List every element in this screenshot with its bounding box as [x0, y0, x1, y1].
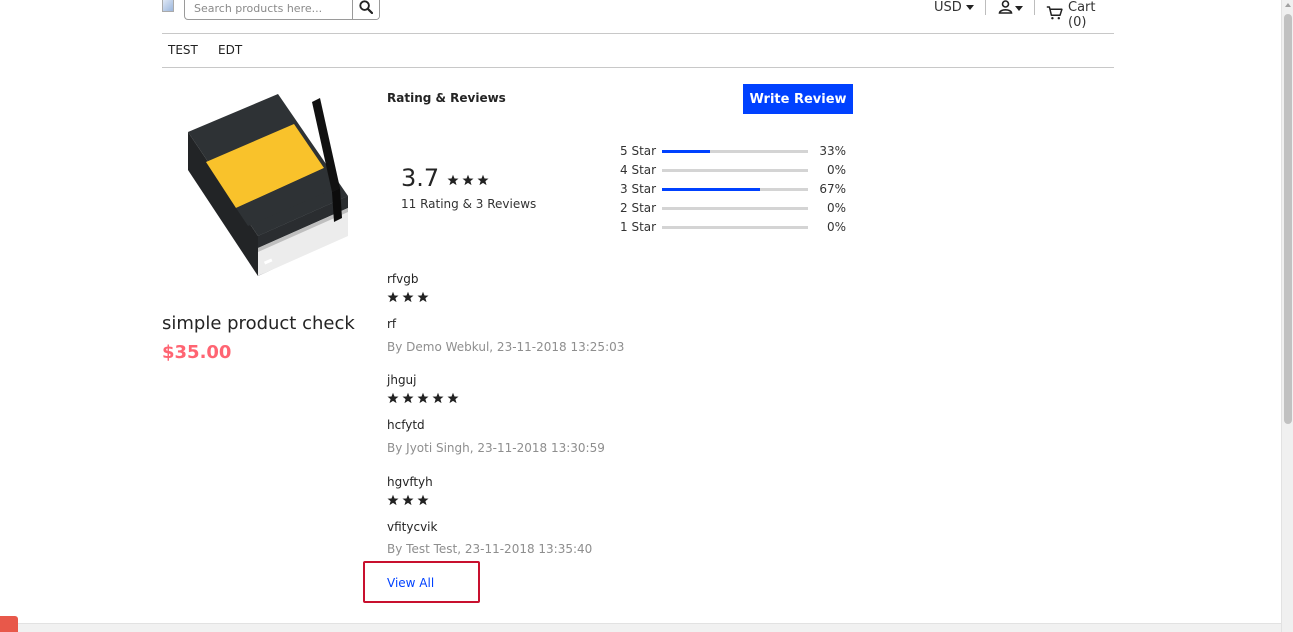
star-icon: [402, 494, 414, 506]
average-rating-value: 3.7: [401, 164, 440, 192]
distribution-bar: [662, 207, 808, 210]
rating-distribution-row: 2 Star 0%: [620, 201, 850, 220]
rating-section-title: Rating & Reviews: [387, 91, 506, 105]
user-icon: [998, 0, 1013, 18]
currency-selector[interactable]: USD: [934, 0, 974, 15]
review-item: hgvftyh vfitycvik By Test Test, 23-11-20…: [387, 475, 592, 556]
review-stars: [387, 291, 429, 303]
rating-summary: 11 Rating & 3 Reviews: [401, 197, 537, 211]
distribution-percent: 0%: [826, 201, 846, 215]
distribution-percent: 0%: [826, 163, 846, 177]
review-title: hgvftyh: [387, 475, 433, 489]
cart-link[interactable]: Cart (0): [1046, 0, 1114, 30]
search-box: [184, 0, 380, 20]
distribution-label: 2 Star: [620, 201, 657, 215]
account-menu[interactable]: [998, 0, 1023, 18]
product-name: simple product check: [162, 313, 355, 334]
review-meta: By Test Test, 23-11-2018 13:35:40: [387, 542, 593, 556]
review-stars: [387, 494, 429, 506]
star-icon: [477, 174, 489, 186]
average-rating: 3.7: [401, 164, 489, 192]
star-icon: [462, 174, 474, 186]
scrollbar-thumb[interactable]: [1284, 14, 1292, 424]
star-icon: [402, 392, 414, 404]
star-icon: [387, 291, 399, 303]
star-icon: [402, 291, 414, 303]
review-title: rfvgb: [387, 272, 419, 286]
rating-distribution: 5 Star 33% 4 Star 0% 3 Star 67% 2 Star 0% 1 Star…: [620, 144, 850, 239]
horizontal-scroll-strip: [0, 623, 1281, 632]
review-meta: By Jyoti Singh, 23-11-2018 13:30:59: [387, 441, 605, 455]
view-all-link[interactable]: View All: [387, 576, 434, 590]
corner-badge-icon: [0, 616, 18, 632]
write-review-button[interactable]: Write Review: [743, 84, 853, 114]
cart-label: Cart (0): [1068, 0, 1096, 30]
star-icon: [387, 392, 399, 404]
star-icon: [447, 392, 459, 404]
site-header: USD Cart (0): [162, 0, 1114, 34]
average-rating-stars: [447, 174, 489, 186]
product-image[interactable]: [162, 88, 362, 288]
chevron-down-icon: [965, 5, 974, 10]
star-icon: [417, 494, 429, 506]
distribution-label: 5 Star: [620, 144, 657, 158]
distribution-bar-fill: [662, 188, 760, 191]
review-stars: [387, 392, 459, 404]
review-body: rf: [387, 317, 397, 331]
star-icon: [417, 392, 429, 404]
distribution-label: 3 Star: [620, 182, 657, 196]
rating-distribution-row: 4 Star 0%: [620, 163, 850, 182]
header-divider: [1034, 0, 1035, 15]
site-logo[interactable]: [162, 0, 174, 12]
rating-distribution-row: 1 Star 0%: [620, 220, 850, 239]
cart-icon: [1046, 6, 1063, 24]
distribution-bar-fill: [662, 150, 711, 153]
review-item: jhguj hcfytd By Jyoti Singh, 23-11-2018 …: [387, 373, 605, 455]
review-title: jhguj: [387, 373, 417, 387]
distribution-label: 4 Star: [620, 163, 657, 177]
page-scrollbar[interactable]: [1281, 0, 1293, 632]
search-input[interactable]: [185, 0, 354, 19]
distribution-percent: 33%: [819, 144, 846, 158]
nav-item-edt[interactable]: EDT: [218, 43, 242, 57]
review-meta: By Demo Webkul, 23-11-2018 13:25:03: [387, 340, 625, 354]
distribution-label: 1 Star: [620, 220, 657, 234]
rating-distribution-row: 5 Star 33%: [620, 144, 850, 163]
category-nav: TEST EDT: [162, 34, 1114, 68]
distribution-bar: [662, 226, 808, 229]
distribution-percent: 67%: [819, 182, 846, 196]
nav-item-test[interactable]: TEST: [168, 43, 198, 57]
distribution-bar: [662, 169, 808, 172]
rating-distribution-row: 3 Star 67%: [620, 182, 850, 201]
search-button[interactable]: [352, 0, 379, 19]
star-icon: [432, 392, 444, 404]
review-body: vfitycvik: [387, 520, 438, 534]
review-item: rfvgb rf By Demo Webkul, 23-11-2018 13:2…: [387, 272, 624, 354]
star-icon: [417, 291, 429, 303]
distribution-bar: [662, 150, 808, 153]
star-icon: [387, 494, 399, 506]
chevron-down-icon: [1015, 6, 1023, 11]
review-body: hcfytd: [387, 418, 425, 432]
distribution-bar: [662, 188, 808, 191]
search-icon: [359, 0, 374, 18]
product-price: $35.00: [162, 342, 232, 363]
star-icon: [447, 174, 459, 186]
scroll-up-arrow-icon[interactable]: [1285, 3, 1291, 7]
currency-label: USD: [934, 0, 962, 15]
header-divider: [985, 0, 986, 15]
distribution-percent: 0%: [826, 220, 846, 234]
